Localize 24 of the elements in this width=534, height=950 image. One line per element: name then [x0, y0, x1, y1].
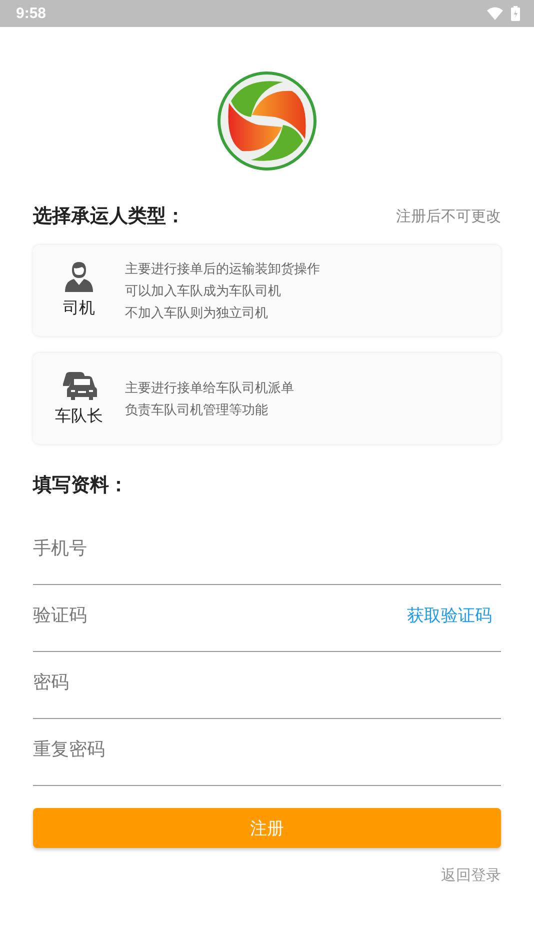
description-line: 主要进行接单给车队司机派单: [125, 380, 294, 396]
input-field[interactable]: 验证码: [33, 604, 407, 626]
cars-icon: [61, 370, 97, 400]
carrier-type-card[interactable]: 司机 主要进行接单后的运输装卸货操作 可以加入车队成为车队司机 不加入车队则为独立司机: [33, 245, 501, 336]
section-title: 填写资料：: [33, 473, 128, 498]
input-field[interactable]: 手机号: [33, 538, 501, 558]
battery-icon: [511, 6, 520, 21]
carrier-type-card[interactable]: 车队长 主要进行接单给车队司机派单 负责车队司机管理等功能: [33, 353, 501, 444]
description-line: 负责车队司机管理等功能: [125, 402, 269, 418]
status-time: 9:58: [16, 5, 46, 22]
register-button[interactable]: 注册: [33, 808, 501, 848]
input-field[interactable]: 重复密码: [33, 738, 501, 760]
back-to-login-link[interactable]: 返回登录: [441, 866, 501, 885]
description-line: 主要进行接单后的运输装卸货操作: [125, 260, 320, 278]
wifi-icon: [487, 7, 503, 20]
description-line: 不加入车队则为独立司机: [125, 304, 269, 322]
section-title: 选择承运人类型：: [33, 204, 185, 229]
input-field[interactable]: 密码: [33, 672, 501, 692]
carrier-type-label: 车队长: [55, 406, 103, 427]
section-note: 注册后不可更改: [396, 206, 501, 226]
description-line: 可以加入车队成为车队司机: [125, 282, 282, 300]
carrier-type-label: 司机: [63, 298, 95, 319]
person-icon: [65, 262, 93, 292]
get-code-link[interactable]: 获取验证码: [407, 604, 492, 626]
